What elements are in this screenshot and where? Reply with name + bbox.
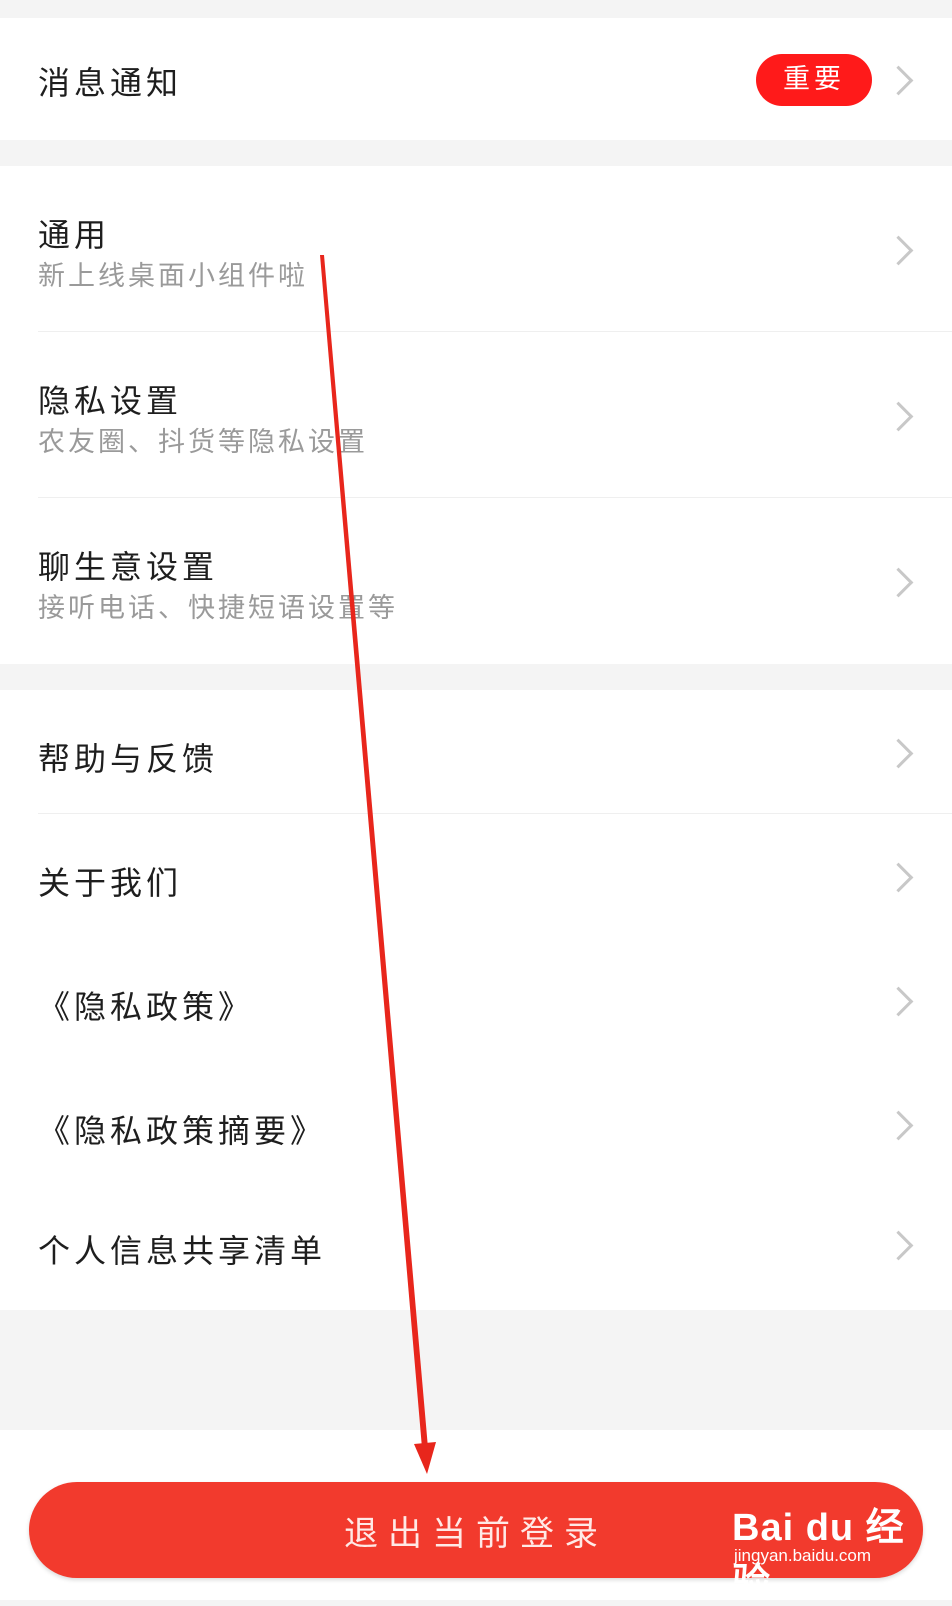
chevron-right-icon (883, 401, 914, 432)
row-title: 帮助与反馈 (38, 740, 219, 778)
settings-row-notifications[interactable]: 消息通知 重要 (0, 18, 952, 140)
row-subtitle: 农友圈、抖货等隐私设置 (38, 427, 368, 458)
settings-row-privacy-policy[interactable]: 《隐私政策》 (0, 938, 952, 1062)
row-subtitle: 接听电话、快捷短语设置等 (38, 593, 398, 624)
settings-row-help-feedback[interactable]: 帮助与反馈 (0, 690, 952, 814)
row-title: 隐私设置 (38, 382, 183, 420)
chevron-right-icon (883, 65, 914, 96)
notifications-section: 消息通知 重要 (0, 18, 952, 140)
logout-button[interactable]: 退出当前登录 (29, 1482, 923, 1578)
settings-group-2: 帮助与反馈 关于我们 《隐私政策》 《隐私政策摘要》 个人信息共享清单 (0, 690, 952, 1310)
settings-row-business-chat[interactable]: 聊生意设置 接听电话、快捷短语设置等 (0, 498, 952, 664)
chevron-right-icon (883, 738, 914, 769)
row-title: 《隐私政策摘要》 (38, 1112, 327, 1150)
chevron-right-icon (883, 1230, 914, 1261)
settings-row-general[interactable]: 通用 新上线桌面小组件啦 (0, 166, 952, 332)
row-title: 通用 (38, 216, 111, 254)
row-title: 消息通知 (38, 64, 183, 102)
row-title: 个人信息共享清单 (38, 1232, 327, 1270)
chevron-right-icon (883, 986, 914, 1017)
chevron-right-icon (883, 1110, 914, 1141)
settings-row-personal-info-sharing[interactable]: 个人信息共享清单 (0, 1186, 952, 1310)
chevron-right-icon (883, 862, 914, 893)
important-badge: 重要 (756, 54, 872, 106)
row-title: 聊生意设置 (38, 548, 219, 586)
row-title: 关于我们 (38, 864, 183, 902)
logout-label: 退出当前登录 (344, 1513, 608, 1554)
settings-row-about-us[interactable]: 关于我们 (0, 814, 952, 938)
settings-group-1: 通用 新上线桌面小组件啦 隐私设置 农友圈、抖货等隐私设置 聊生意设置 接听电话… (0, 166, 952, 664)
chevron-right-icon (883, 567, 914, 598)
row-subtitle: 新上线桌面小组件啦 (38, 261, 308, 292)
settings-row-privacy-policy-summary[interactable]: 《隐私政策摘要》 (0, 1062, 952, 1186)
row-title: 《隐私政策》 (38, 988, 255, 1026)
settings-row-privacy[interactable]: 隐私设置 农友圈、抖货等隐私设置 (0, 332, 952, 498)
chevron-right-icon (883, 235, 914, 266)
